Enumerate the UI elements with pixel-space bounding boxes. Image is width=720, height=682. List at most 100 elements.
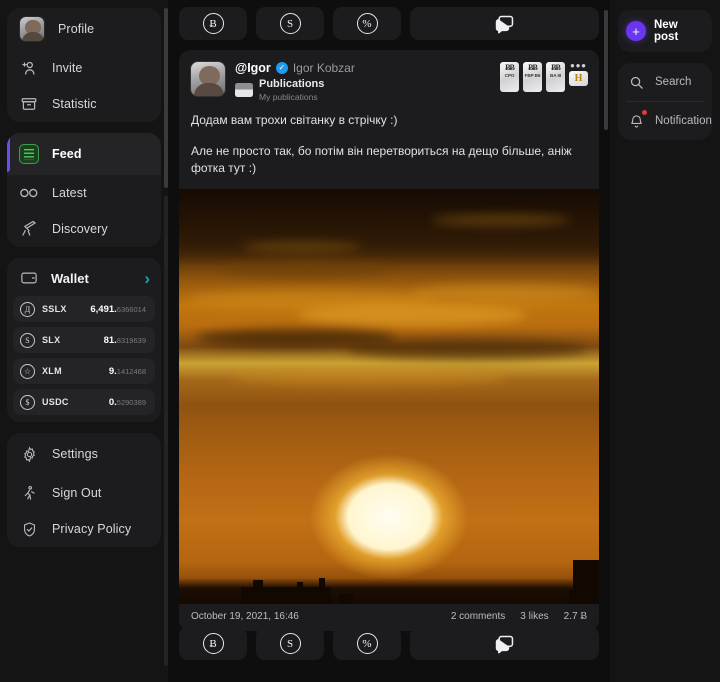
dollar-icon: S xyxy=(279,13,301,34)
badge-glyph: ɃɃ xyxy=(528,63,538,72)
comment-button[interactable] xyxy=(410,7,599,40)
badge-caption: FBP B6 xyxy=(524,73,541,78)
wallet-title: Wallet xyxy=(51,270,89,286)
nav-primary-card: Profile Invite Statistic xyxy=(7,8,161,122)
token-balance: 81.8319639 xyxy=(103,334,146,346)
list-item[interactable]: S SLX 81.8319639 xyxy=(13,327,155,353)
feed-icon xyxy=(19,144,39,164)
sidebar-item-sign-out[interactable]: Sign Out xyxy=(7,475,161,511)
shield-check-icon xyxy=(19,519,39,539)
nav-secondary-card: Feed Latest Discovery xyxy=(7,133,161,247)
likes-count[interactable]: 3 likes xyxy=(520,611,548,622)
notification-dot xyxy=(642,110,647,115)
dollar-tip-button[interactable]: S xyxy=(256,7,324,40)
action-bar-bottom: Ƀ S % xyxy=(179,627,599,670)
building xyxy=(253,579,263,604)
infinity-icon xyxy=(19,183,39,203)
sidebar-item-statistic[interactable]: Statistic xyxy=(7,86,161,122)
sidebar-item-label: Statistic xyxy=(52,97,97,111)
highlight-badge[interactable]: H xyxy=(569,71,588,86)
badge-glyph: ɃɃ xyxy=(551,63,561,72)
bitcoin-tip-button[interactable]: Ƀ xyxy=(179,627,247,660)
avatar xyxy=(19,16,45,42)
comment-icon xyxy=(493,12,516,36)
sidebar-item-settings[interactable]: Settings xyxy=(7,433,161,475)
right-nav-card: Search Notifications xyxy=(618,63,712,140)
sidebar-item-label: Settings xyxy=(52,447,98,461)
feed-scrollbar[interactable] xyxy=(604,10,608,130)
sidebar-item-latest[interactable]: Latest xyxy=(7,175,161,211)
post-badges: ɃɃ CPO ɃɃ FBP B6 ɃɃ BA III ••• H xyxy=(500,59,588,92)
cloud xyxy=(221,260,391,277)
sidebar-item-label: Invite xyxy=(52,61,83,75)
sidebar-item-discovery[interactable]: Discovery xyxy=(7,211,161,247)
badge-cpo[interactable]: ɃɃ CPO xyxy=(500,62,519,92)
sidebar-item-feed[interactable]: Feed xyxy=(7,133,161,175)
search-icon xyxy=(626,72,646,92)
badge-fbp[interactable]: ɃɃ FBP B6 xyxy=(523,62,542,92)
token-balance: 9.1412468 xyxy=(108,365,146,377)
sidebar-item-invite[interactable]: Invite xyxy=(7,50,161,86)
left-scrollbar-track[interactable] xyxy=(164,196,168,666)
list-item[interactable]: ☆ XLM 9.1412468 xyxy=(13,358,155,384)
notifications-label: Notifications xyxy=(655,115,712,127)
list-item[interactable]: $ USDC 0.5290389 xyxy=(13,389,155,415)
add-person-icon xyxy=(19,58,39,78)
sidebar-item-label: Feed xyxy=(52,147,82,161)
percent-tip-button[interactable]: % xyxy=(333,7,401,40)
comment-button[interactable] xyxy=(410,627,599,660)
badge-ba[interactable]: ɃɃ BA III xyxy=(546,62,565,92)
list-item[interactable]: Д SSLX 6,491.6366014 xyxy=(13,296,155,322)
token-icon: Д xyxy=(20,301,35,317)
sidebar-item-label: Profile xyxy=(58,22,95,36)
more-options-icon[interactable]: ••• xyxy=(570,59,587,72)
cloud xyxy=(431,213,571,226)
plus-icon: + xyxy=(626,21,646,41)
percent-icon: % xyxy=(356,633,378,654)
avatar[interactable] xyxy=(190,61,226,97)
dollar-tip-button[interactable]: S xyxy=(256,627,324,660)
verified-badge-icon: ✓ xyxy=(275,62,288,74)
sidebar-item-label: Sign Out xyxy=(52,486,102,500)
token-balance: 6,491.6366014 xyxy=(90,303,146,315)
token-icon: $ xyxy=(20,394,35,410)
building xyxy=(319,577,325,604)
dollar-icon: S xyxy=(279,633,301,654)
sky-gradient xyxy=(179,188,599,267)
search-button[interactable]: Search xyxy=(618,63,712,101)
cloud xyxy=(347,338,587,359)
sidebar-item-profile[interactable]: Profile xyxy=(7,8,161,50)
wallet-icon xyxy=(19,268,39,288)
author-fullname: Igor Kobzar xyxy=(292,61,355,75)
post-paragraph: Але не просто так, бо потім він перетвор… xyxy=(191,143,572,175)
post-date: October 19, 2021, 16:46 xyxy=(191,610,299,622)
bitcoin-tip-button[interactable]: Ƀ xyxy=(179,7,247,40)
author-row: @Igor ✓ Igor Kobzar xyxy=(235,61,355,75)
bell-icon xyxy=(626,110,647,131)
percent-icon: % xyxy=(356,13,378,34)
telescope-icon xyxy=(19,219,39,239)
comment-icon xyxy=(493,632,516,656)
publication-title: Publications xyxy=(259,78,325,90)
wallet-card: Wallet › Д SSLX 6,491.6366014 S SLX 81.8… xyxy=(7,258,161,422)
author-handle[interactable]: @Igor xyxy=(235,61,271,75)
publication-row[interactable]: Publications My publications xyxy=(235,78,355,102)
chevron-right-icon[interactable]: › xyxy=(144,270,150,287)
cloud xyxy=(410,283,599,302)
comments-count[interactable]: 2 comments xyxy=(451,611,505,622)
sidebar-item-label: Latest xyxy=(52,186,87,200)
post-card: @Igor ✓ Igor Kobzar Publications My publ… xyxy=(179,50,599,631)
sidebar-item-privacy-policy[interactable]: Privacy Policy xyxy=(7,511,161,547)
wallet-header[interactable]: Wallet › xyxy=(7,258,161,296)
nav-footer-card: Settings Sign Out Privacy Policy xyxy=(7,433,161,547)
new-post-button[interactable]: + New post xyxy=(618,10,712,52)
right-sidebar: + New post Search Notifications xyxy=(610,0,720,682)
badge-caption: CPO xyxy=(504,73,515,78)
post-stats: 2 comments 3 likes 2.7 Ƀ xyxy=(451,611,587,622)
tip-amount[interactable]: 2.7 Ƀ xyxy=(564,611,587,622)
left-scrollbar[interactable] xyxy=(164,8,168,188)
percent-tip-button[interactable]: % xyxy=(333,627,401,660)
token-icon: S xyxy=(20,332,35,348)
post-image[interactable] xyxy=(179,188,599,604)
notifications-button[interactable]: Notifications xyxy=(618,102,712,140)
